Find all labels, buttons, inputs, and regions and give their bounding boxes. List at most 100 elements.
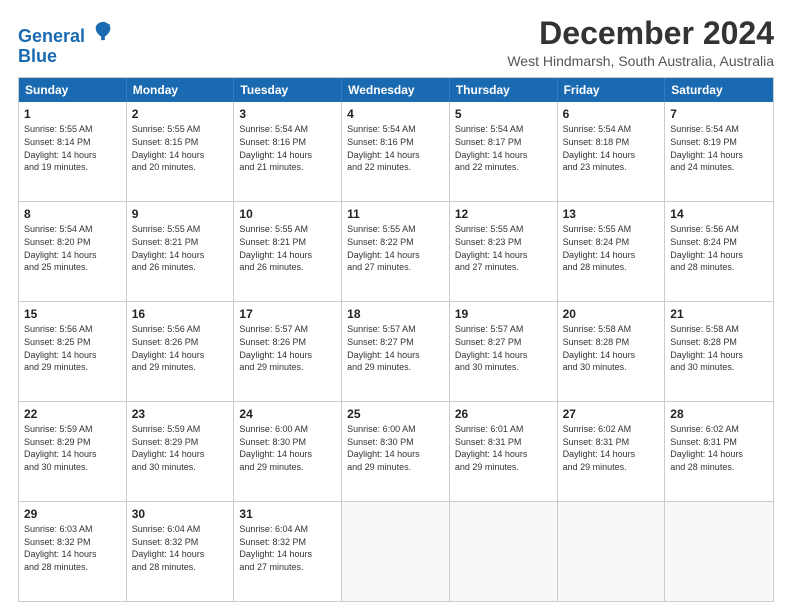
calendar-row-1: 8Sunrise: 5:54 AMSunset: 8:20 PMDaylight… (19, 201, 773, 301)
day-number: 18 (347, 306, 444, 322)
day-info: Sunrise: 5:54 AMSunset: 8:19 PMDaylight:… (670, 123, 768, 173)
day-number: 13 (563, 206, 660, 222)
calendar: SundayMondayTuesdayWednesdayThursdayFrid… (18, 77, 774, 602)
day-info: Sunrise: 5:59 AMSunset: 8:29 PMDaylight:… (24, 423, 121, 473)
day-info: Sunrise: 5:54 AMSunset: 8:18 PMDaylight:… (563, 123, 660, 173)
day-info: Sunrise: 6:00 AMSunset: 8:30 PMDaylight:… (239, 423, 336, 473)
day-number: 21 (670, 306, 768, 322)
day-number: 11 (347, 206, 444, 222)
day-cell-16: 16Sunrise: 5:56 AMSunset: 8:26 PMDayligh… (127, 302, 235, 401)
day-info: Sunrise: 5:54 AMSunset: 8:17 PMDaylight:… (455, 123, 552, 173)
day-info: Sunrise: 6:04 AMSunset: 8:32 PMDaylight:… (239, 523, 336, 573)
day-info: Sunrise: 5:56 AMSunset: 8:25 PMDaylight:… (24, 323, 121, 373)
title-block: December 2024 West Hindmarsh, South Aust… (507, 16, 774, 69)
month-title: December 2024 (507, 16, 774, 51)
day-cell-23: 23Sunrise: 5:59 AMSunset: 8:29 PMDayligh… (127, 402, 235, 501)
day-number: 16 (132, 306, 229, 322)
calendar-row-3: 22Sunrise: 5:59 AMSunset: 8:29 PMDayligh… (19, 401, 773, 501)
day-number: 30 (132, 506, 229, 522)
day-info: Sunrise: 5:54 AMSunset: 8:16 PMDaylight:… (239, 123, 336, 173)
header-day-thursday: Thursday (450, 78, 558, 102)
calendar-row-4: 29Sunrise: 6:03 AMSunset: 8:32 PMDayligh… (19, 501, 773, 601)
day-cell-7: 7Sunrise: 5:54 AMSunset: 8:19 PMDaylight… (665, 102, 773, 201)
day-info: Sunrise: 5:55 AMSunset: 8:15 PMDaylight:… (132, 123, 229, 173)
day-number: 22 (24, 406, 121, 422)
day-number: 28 (670, 406, 768, 422)
day-cell-9: 9Sunrise: 5:55 AMSunset: 8:21 PMDaylight… (127, 202, 235, 301)
day-info: Sunrise: 5:57 AMSunset: 8:26 PMDaylight:… (239, 323, 336, 373)
day-info: Sunrise: 5:55 AMSunset: 8:14 PMDaylight:… (24, 123, 121, 173)
day-number: 20 (563, 306, 660, 322)
day-cell-26: 26Sunrise: 6:01 AMSunset: 8:31 PMDayligh… (450, 402, 558, 501)
day-info: Sunrise: 5:57 AMSunset: 8:27 PMDaylight:… (347, 323, 444, 373)
day-info: Sunrise: 5:57 AMSunset: 8:27 PMDaylight:… (455, 323, 552, 373)
day-info: Sunrise: 6:04 AMSunset: 8:32 PMDaylight:… (132, 523, 229, 573)
day-info: Sunrise: 5:54 AMSunset: 8:20 PMDaylight:… (24, 223, 121, 273)
day-info: Sunrise: 5:56 AMSunset: 8:26 PMDaylight:… (132, 323, 229, 373)
logo-icon (92, 20, 114, 42)
day-info: Sunrise: 5:55 AMSunset: 8:21 PMDaylight:… (239, 223, 336, 273)
empty-cell (558, 502, 666, 601)
day-number: 8 (24, 206, 121, 222)
header-day-saturday: Saturday (665, 78, 773, 102)
header: General Blue December 2024 West Hindmars… (18, 16, 774, 69)
day-number: 14 (670, 206, 768, 222)
day-info: Sunrise: 5:56 AMSunset: 8:24 PMDaylight:… (670, 223, 768, 273)
day-info: Sunrise: 6:00 AMSunset: 8:30 PMDaylight:… (347, 423, 444, 473)
empty-cell (450, 502, 558, 601)
logo-blue: Blue (18, 47, 114, 67)
day-cell-2: 2Sunrise: 5:55 AMSunset: 8:15 PMDaylight… (127, 102, 235, 201)
day-number: 23 (132, 406, 229, 422)
day-cell-27: 27Sunrise: 6:02 AMSunset: 8:31 PMDayligh… (558, 402, 666, 501)
day-info: Sunrise: 5:58 AMSunset: 8:28 PMDaylight:… (670, 323, 768, 373)
logo-text: General (18, 20, 114, 47)
day-info: Sunrise: 5:58 AMSunset: 8:28 PMDaylight:… (563, 323, 660, 373)
day-cell-25: 25Sunrise: 6:00 AMSunset: 8:30 PMDayligh… (342, 402, 450, 501)
day-cell-14: 14Sunrise: 5:56 AMSunset: 8:24 PMDayligh… (665, 202, 773, 301)
day-number: 27 (563, 406, 660, 422)
day-number: 25 (347, 406, 444, 422)
day-info: Sunrise: 5:55 AMSunset: 8:22 PMDaylight:… (347, 223, 444, 273)
day-number: 29 (24, 506, 121, 522)
calendar-row-0: 1Sunrise: 5:55 AMSunset: 8:14 PMDaylight… (19, 102, 773, 201)
day-number: 24 (239, 406, 336, 422)
day-cell-28: 28Sunrise: 6:02 AMSunset: 8:31 PMDayligh… (665, 402, 773, 501)
day-number: 4 (347, 106, 444, 122)
logo-general: General (18, 26, 85, 46)
header-day-sunday: Sunday (19, 78, 127, 102)
day-number: 19 (455, 306, 552, 322)
day-number: 31 (239, 506, 336, 522)
day-cell-18: 18Sunrise: 5:57 AMSunset: 8:27 PMDayligh… (342, 302, 450, 401)
day-info: Sunrise: 6:01 AMSunset: 8:31 PMDaylight:… (455, 423, 552, 473)
day-info: Sunrise: 6:03 AMSunset: 8:32 PMDaylight:… (24, 523, 121, 573)
header-day-monday: Monday (127, 78, 235, 102)
day-number: 5 (455, 106, 552, 122)
logo: General Blue (18, 20, 114, 67)
day-cell-6: 6Sunrise: 5:54 AMSunset: 8:18 PMDaylight… (558, 102, 666, 201)
day-cell-29: 29Sunrise: 6:03 AMSunset: 8:32 PMDayligh… (19, 502, 127, 601)
day-cell-20: 20Sunrise: 5:58 AMSunset: 8:28 PMDayligh… (558, 302, 666, 401)
empty-cell (665, 502, 773, 601)
day-info: Sunrise: 5:55 AMSunset: 8:21 PMDaylight:… (132, 223, 229, 273)
day-number: 12 (455, 206, 552, 222)
day-cell-19: 19Sunrise: 5:57 AMSunset: 8:27 PMDayligh… (450, 302, 558, 401)
day-cell-12: 12Sunrise: 5:55 AMSunset: 8:23 PMDayligh… (450, 202, 558, 301)
day-info: Sunrise: 6:02 AMSunset: 8:31 PMDaylight:… (563, 423, 660, 473)
day-info: Sunrise: 5:59 AMSunset: 8:29 PMDaylight:… (132, 423, 229, 473)
day-cell-5: 5Sunrise: 5:54 AMSunset: 8:17 PMDaylight… (450, 102, 558, 201)
day-cell-15: 15Sunrise: 5:56 AMSunset: 8:25 PMDayligh… (19, 302, 127, 401)
day-info: Sunrise: 5:55 AMSunset: 8:23 PMDaylight:… (455, 223, 552, 273)
day-cell-4: 4Sunrise: 5:54 AMSunset: 8:16 PMDaylight… (342, 102, 450, 201)
day-cell-13: 13Sunrise: 5:55 AMSunset: 8:24 PMDayligh… (558, 202, 666, 301)
calendar-row-2: 15Sunrise: 5:56 AMSunset: 8:25 PMDayligh… (19, 301, 773, 401)
day-cell-10: 10Sunrise: 5:55 AMSunset: 8:21 PMDayligh… (234, 202, 342, 301)
day-cell-22: 22Sunrise: 5:59 AMSunset: 8:29 PMDayligh… (19, 402, 127, 501)
day-cell-8: 8Sunrise: 5:54 AMSunset: 8:20 PMDaylight… (19, 202, 127, 301)
header-day-wednesday: Wednesday (342, 78, 450, 102)
header-day-friday: Friday (558, 78, 666, 102)
calendar-header: SundayMondayTuesdayWednesdayThursdayFrid… (19, 78, 773, 102)
day-number: 3 (239, 106, 336, 122)
day-cell-1: 1Sunrise: 5:55 AMSunset: 8:14 PMDaylight… (19, 102, 127, 201)
day-cell-3: 3Sunrise: 5:54 AMSunset: 8:16 PMDaylight… (234, 102, 342, 201)
day-number: 6 (563, 106, 660, 122)
